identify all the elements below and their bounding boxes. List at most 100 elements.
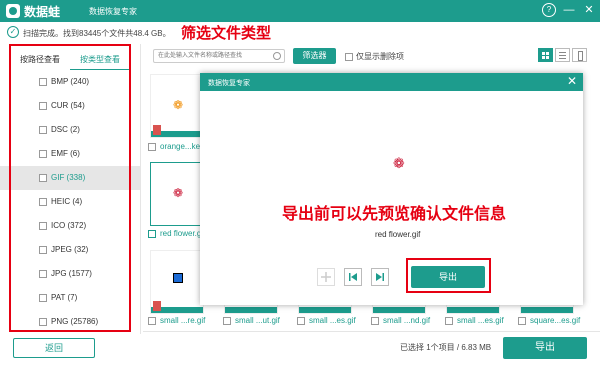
grid-view-icon[interactable] xyxy=(538,48,553,62)
app-subtitle: 数据恢复专家 xyxy=(89,7,137,16)
sidebar-item-label: EMF (6) xyxy=(51,149,80,158)
preview-file-name: red flower.gif xyxy=(375,230,421,239)
list-item[interactable]: small ...nd.gif xyxy=(371,316,430,325)
image-icon xyxy=(173,273,183,283)
window-controls: ? — ✕ xyxy=(542,3,596,17)
scan-status-text: 扫描完成。找到83445个文件共48.4 GB。 xyxy=(23,29,171,38)
next-button[interactable] xyxy=(371,268,389,286)
sidebar-item-jpg[interactable]: JPG (1577) xyxy=(0,262,140,286)
file-name: small ...es.gif xyxy=(457,316,504,325)
file-type-list: BMP (240) CUR (54) DSC (2) EMF (6) GIF (… xyxy=(0,70,140,332)
file-name: small ...nd.gif xyxy=(383,316,431,325)
list-item[interactable]: small ...re.gif xyxy=(148,316,205,325)
sidebar-item-cur[interactable]: CUR (54) xyxy=(0,94,140,118)
red-flower-icon: ❁ xyxy=(173,186,184,200)
only-deleted-label: 仅显示删除项 xyxy=(356,52,404,61)
checkbox[interactable] xyxy=(39,222,47,230)
search-input[interactable] xyxy=(158,51,270,61)
help-icon[interactable]: ? xyxy=(542,3,556,17)
preview-dialog: 数据恢复专家 ✕ ❁ 导出前可以先预览确认文件信息 red flower.gif… xyxy=(200,73,583,305)
checkbox[interactable] xyxy=(39,126,47,134)
footer-divider xyxy=(143,331,600,332)
checkbox[interactable] xyxy=(148,229,156,238)
checkbox[interactable] xyxy=(445,316,453,325)
annotation-highlight-box xyxy=(406,258,491,293)
list-item[interactable]: square...es.gif xyxy=(518,316,580,325)
sidebar-item-jpeg[interactable]: JPEG (32) xyxy=(0,238,140,262)
sidebar-item-emf[interactable]: EMF (6) xyxy=(0,142,140,166)
preview-title: 数据恢复专家 xyxy=(208,80,250,87)
checkbox[interactable] xyxy=(39,78,47,86)
back-button[interactable]: 返回 xyxy=(13,338,95,358)
search-box[interactable] xyxy=(153,49,285,63)
title-bar: 数据蛙 数据恢复专家 ? — ✕ xyxy=(0,0,600,22)
deleted-tag-icon xyxy=(153,125,161,135)
sidebar-item-label: DSC (2) xyxy=(51,125,80,134)
checkbox[interactable] xyxy=(39,102,47,110)
tab-by-type[interactable]: 按类型查看 xyxy=(70,54,130,70)
detail-view-icon[interactable] xyxy=(572,48,587,62)
filter-button[interactable]: 筛选器 xyxy=(293,48,336,64)
previous-button[interactable] xyxy=(344,268,362,286)
checkbox[interactable] xyxy=(371,316,379,325)
thumbnail-bar xyxy=(447,307,499,313)
sidebar-item-label: HEIC (4) xyxy=(51,197,83,206)
checkbox[interactable] xyxy=(297,316,305,325)
list-view-icon[interactable] xyxy=(555,48,570,62)
checkbox[interactable] xyxy=(223,316,231,325)
file-name: red flower.g xyxy=(160,229,202,238)
only-deleted-toggle[interactable]: 仅显示删除项 xyxy=(345,51,404,62)
sidebar-item-png[interactable]: PNG (25786) xyxy=(0,310,140,334)
list-item[interactable]: small ...es.gif xyxy=(445,316,504,325)
list-item[interactable]: red flower.g xyxy=(148,229,201,238)
export-button[interactable]: 导出 xyxy=(503,337,587,359)
fullscreen-button[interactable] xyxy=(317,268,335,286)
sidebar-item-pat[interactable]: PAT (7) xyxy=(0,286,140,310)
checkbox[interactable] xyxy=(39,198,47,206)
close-icon[interactable]: ✕ xyxy=(567,75,577,87)
list-item[interactable]: small ...ut.gif xyxy=(223,316,280,325)
tab-by-path[interactable]: 按路径查看 xyxy=(10,54,70,70)
sidebar-item-bmp[interactable]: BMP (240) xyxy=(0,70,140,94)
sidebar-item-heic[interactable]: HEIC (4) xyxy=(0,190,140,214)
app-logo-icon xyxy=(6,4,20,18)
thumbnail-red-flower[interactable]: ❁ xyxy=(150,162,204,226)
checkbox[interactable] xyxy=(518,316,526,325)
annotation-preview-tip: 导出前可以先预览确认文件信息 xyxy=(282,206,507,223)
sidebar-item-gif[interactable]: GIF (338) xyxy=(0,166,140,190)
sidebar-item-ico[interactable]: ICO (372) xyxy=(0,214,140,238)
sidebar-item-label: CUR (54) xyxy=(51,101,85,110)
file-name: small ...ut.gif xyxy=(235,316,280,325)
view-mode-switcher xyxy=(538,48,587,62)
annotation-filter-type: 筛选文件类型 xyxy=(181,25,272,42)
deleted-tag-icon xyxy=(153,301,161,311)
selection-summary: 已选择 1个项目 / 6.83 MB xyxy=(400,343,492,352)
sidebar-item-dsc[interactable]: DSC (2) xyxy=(0,118,140,142)
file-name: square...es.gif xyxy=(530,316,581,325)
checkbox[interactable] xyxy=(39,150,47,158)
checkbox[interactable] xyxy=(148,142,156,151)
check-circle-icon: ✓ xyxy=(7,26,19,38)
checkbox[interactable] xyxy=(148,316,156,325)
sidebar-item-label: BMP (240) xyxy=(51,77,90,86)
checkbox[interactable] xyxy=(345,52,353,61)
thumbnail-small-1[interactable] xyxy=(150,250,204,314)
thumbnail-bar xyxy=(373,307,425,313)
list-item[interactable]: orange...ke. xyxy=(148,142,202,151)
checkbox[interactable] xyxy=(39,246,47,254)
move-icon xyxy=(321,272,331,282)
file-name: small ...re.gif xyxy=(160,316,206,325)
sidebar-item-label: JPG (1577) xyxy=(51,269,92,278)
close-button[interactable]: ✕ xyxy=(582,3,596,17)
search-icon[interactable] xyxy=(273,52,281,60)
thumbnail-orange[interactable]: ❁ xyxy=(150,74,204,138)
checkbox[interactable] xyxy=(39,294,47,302)
list-item[interactable]: small ...es.gif xyxy=(297,316,356,325)
checkbox[interactable] xyxy=(39,318,47,326)
minimize-button[interactable]: — xyxy=(562,3,576,17)
previous-icon xyxy=(349,273,357,281)
thumbnail-bar xyxy=(521,307,573,313)
checkbox[interactable] xyxy=(39,174,47,182)
sidebar-item-label: PNG (25786) xyxy=(51,317,99,326)
checkbox[interactable] xyxy=(39,270,47,278)
